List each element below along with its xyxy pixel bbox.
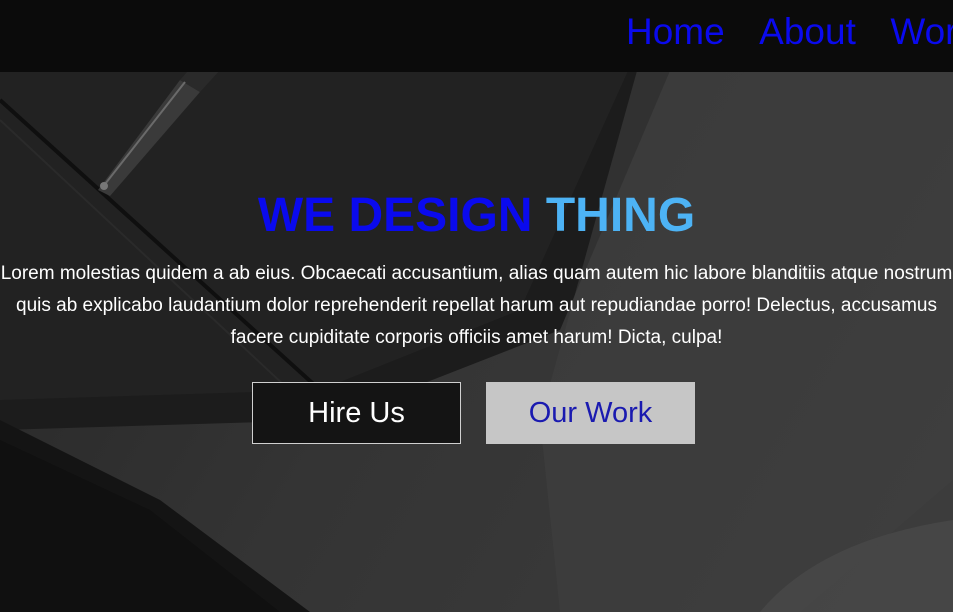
nav-item-about: About: [759, 8, 856, 56]
hero-title: WE DESIGN THING: [0, 186, 953, 246]
top-navbar: Home About Work: [0, 0, 953, 72]
nav-link-about[interactable]: About: [759, 11, 856, 52]
nav-item-work: Work: [890, 8, 953, 56]
hero-description: Lorem molestias quidem a ab eius. Obcaec…: [0, 263, 953, 348]
nav-item-home: Home: [626, 8, 725, 56]
nav-link-work[interactable]: Work: [890, 11, 953, 52]
our-work-button[interactable]: Our Work: [486, 382, 695, 444]
hero-buttons: Hire Us Our Work: [0, 382, 953, 444]
nav-links: Home About Work: [626, 8, 953, 56]
hire-us-button[interactable]: Hire Us: [252, 382, 461, 444]
hero-title-accent: THING: [545, 189, 696, 242]
hero-section: WE DESIGN THING Lorem molestias quidem a…: [0, 186, 953, 354]
nav-link-home[interactable]: Home: [626, 11, 725, 52]
hero-title-primary: WE DESIGN: [257, 189, 533, 242]
